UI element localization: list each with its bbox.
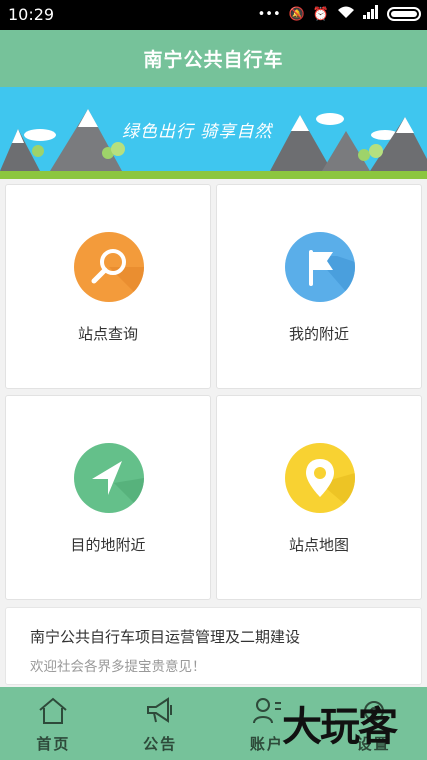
map-pin-icon — [285, 443, 355, 513]
destination-nearby-card[interactable]: 目的地附近 — [5, 395, 211, 600]
navigation-arrow-icon — [74, 443, 144, 513]
notice-subtitle: 欢迎社会各界多提宝贵意见！ — [30, 659, 206, 675]
search-icon — [74, 232, 144, 302]
status-icons: ••• 🔕 ⏰ — [258, 5, 421, 23]
notice-title: 南宁公共自行车项目运营管理及二期建设 — [30, 628, 301, 646]
megaphone-icon — [147, 697, 173, 723]
page-title: 南宁公共自行车 — [143, 49, 284, 71]
user-icon — [252, 698, 281, 724]
destination-nearby-label: 目的地附近 — [70, 536, 146, 554]
notice-card[interactable]: 南宁公共自行车项目运营管理及二期建设 欢迎社会各界多提宝贵意见！ — [5, 607, 422, 685]
banner: 绿色出行 骑享自然 — [0, 87, 427, 179]
status-time: 10:29 — [8, 5, 55, 24]
watermark-logo: 大玩客 — [282, 703, 398, 750]
home-icon — [39, 697, 68, 724]
station-search-card[interactable]: 站点查询 — [5, 184, 211, 389]
tab-home-label: 首页 — [36, 735, 71, 753]
status-bar: 10:29 ••• 🔕 ⏰ — [0, 0, 427, 30]
header-title-bar: 南宁公共自行车 — [0, 30, 427, 87]
tab-notice-label: 公告 — [143, 735, 178, 753]
station-map-card[interactable]: 站点地图 — [216, 395, 422, 600]
tab-home[interactable]: 首页 — [0, 687, 107, 760]
mute-icon: 🔕 — [288, 6, 305, 22]
flag-icon — [285, 232, 355, 302]
station-map-label: 站点地图 — [288, 536, 349, 554]
tab-notice[interactable]: 公告 — [107, 687, 214, 760]
nearby-card[interactable]: 我的附近 — [216, 184, 422, 389]
wifi-icon — [337, 5, 355, 23]
banner-slogan: 绿色出行 骑享自然 — [122, 122, 273, 142]
battery-icon — [387, 7, 421, 21]
alarm-icon: ⏰ — [312, 6, 329, 22]
signal-icon — [363, 5, 379, 23]
nearby-label: 我的附近 — [288, 325, 349, 343]
station-search-label: 站点查询 — [77, 325, 138, 343]
more-dots-icon: ••• — [257, 6, 281, 22]
